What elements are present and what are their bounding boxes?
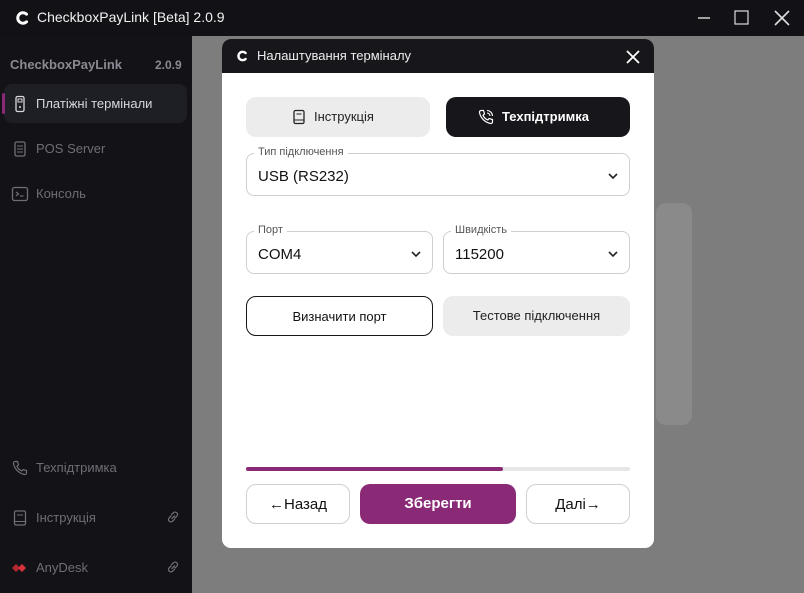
detect-port-button[interactable]: Визначити порт: [246, 296, 433, 336]
app-logo-icon: [16, 11, 28, 25]
sidebar: CheckboxPayLink 2.0.9 Платіжні термінали…: [0, 36, 192, 593]
progress-bar: [246, 467, 630, 471]
speed-value: 115200: [455, 246, 504, 263]
external-link-icon: [167, 511, 179, 523]
phone-icon: [12, 460, 28, 476]
speed-select[interactable]: Швидкість 115200: [443, 224, 630, 274]
port-select[interactable]: Порт COM4: [246, 224, 433, 274]
save-button-label: Зберегти: [404, 495, 472, 512]
support-button[interactable]: Техпідтримка: [446, 97, 630, 137]
payment-terminal-icon: [15, 95, 25, 113]
sidebar-item-payment-terminals[interactable]: Платіжні термінали: [2, 84, 187, 123]
speed-label: Швидкість: [451, 224, 512, 236]
dialog-header: Налаштування терміналу: [222, 39, 654, 73]
chevron-down-icon: [608, 173, 618, 180]
phone-icon: [478, 109, 494, 125]
close-icon: [774, 10, 790, 26]
anydesk-icon: [12, 564, 26, 572]
sidebar-item-instruction[interactable]: Інструкція: [4, 498, 187, 537]
sidebar-item-label: Техпідтримка: [36, 460, 117, 475]
connection-type-value: USB (RS232): [258, 168, 349, 185]
instruction-button-label: Інструкція: [314, 109, 374, 124]
progress-fill: [246, 467, 504, 471]
port-value: COM4: [258, 246, 302, 263]
terminal-settings-dialog: Налаштування терміналу Інструкція Техпід…: [222, 39, 654, 548]
sidebar-item-console[interactable]: Консоль: [4, 174, 187, 213]
test-connection-label: Тестове підключення: [472, 308, 601, 323]
port-label: Порт: [254, 224, 287, 236]
save-button[interactable]: Зберегти: [360, 484, 516, 524]
window-title: CheckboxPayLink [Beta] 2.0.9: [37, 9, 225, 25]
sidebar-item-label: POS Server: [36, 141, 106, 156]
window-close-button[interactable]: [760, 0, 804, 36]
test-connection-button[interactable]: Тестове підключення: [443, 296, 630, 336]
sidebar-item-label: Консоль: [36, 186, 86, 201]
app-logo-icon: [237, 50, 247, 62]
dialog-title: Налаштування терміналу: [257, 48, 412, 63]
sidebar-item-anydesk[interactable]: AnyDesk: [4, 548, 187, 587]
sidebar-version: 2.0.9: [155, 58, 182, 72]
back-button-label: ←Назад: [269, 496, 327, 513]
chevron-down-icon: [608, 251, 618, 258]
next-button-label: Далі→: [555, 496, 601, 513]
dialog-close-icon[interactable]: [622, 46, 644, 68]
maximize-icon: [734, 10, 749, 25]
connection-type-label: Тип підключення: [254, 146, 348, 158]
instruction-button[interactable]: Інструкція: [246, 97, 430, 137]
sidebar-brand: CheckboxPayLink: [10, 57, 122, 72]
book-icon: [13, 510, 27, 526]
back-button[interactable]: ←Назад: [246, 484, 350, 524]
maximize-button[interactable]: [720, 0, 764, 36]
support-button-label: Техпідтримка: [502, 109, 589, 124]
chevron-down-icon: [411, 251, 421, 258]
title-bar: CheckboxPayLink [Beta] 2.0.9: [0, 0, 804, 36]
pos-server-icon: [14, 141, 26, 157]
external-link-icon: [167, 561, 179, 573]
sidebar-item-label: Платіжні термінали: [36, 96, 153, 111]
sidebar-item-label: Інструкція: [36, 510, 96, 525]
sidebar-item-label: AnyDesk: [36, 560, 89, 575]
sidebar-item-pos-server[interactable]: POS Server: [4, 129, 187, 168]
book-icon: [293, 109, 305, 125]
sidebar-item-support[interactable]: Техпідтримка: [4, 448, 187, 487]
next-button[interactable]: Далі→: [526, 484, 630, 524]
detect-port-label: Визначити порт: [292, 309, 387, 324]
console-icon: [11, 186, 29, 202]
connection-type-select[interactable]: Тип підключення USB (RS232): [246, 146, 630, 196]
background-panel: [656, 203, 692, 425]
